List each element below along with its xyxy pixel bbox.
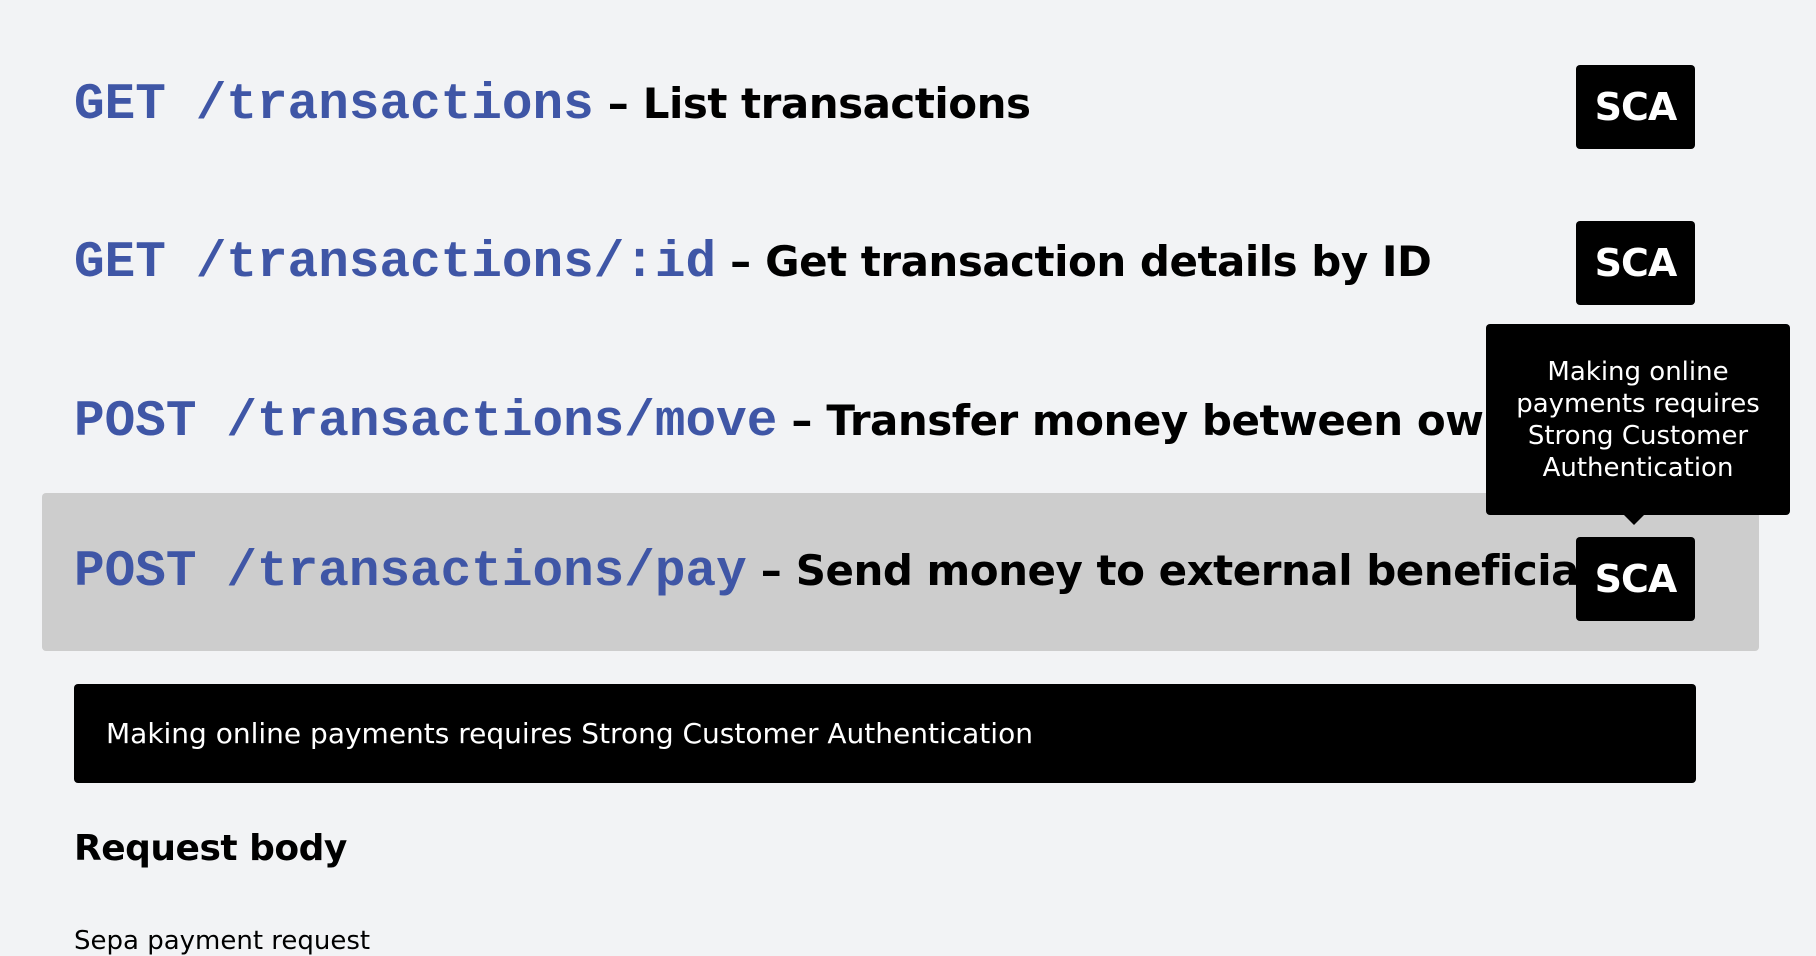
- sca-notice: Making online payments requires Strong C…: [74, 684, 1696, 783]
- http-method: GET: [74, 234, 166, 292]
- endpoint-row-move-transaction[interactable]: POST /transactions/move – Transfer money…: [42, 343, 1486, 501]
- endpoint-row-get-transaction[interactable]: GET /transactions/:id – Get transaction …: [42, 184, 1759, 342]
- endpoint-path: /transactions/pay: [226, 543, 747, 601]
- separator: –: [607, 78, 629, 128]
- http-method: POST: [74, 393, 197, 451]
- endpoint-line: POST /transactions/move – Transfer money…: [74, 394, 1486, 451]
- tooltip-arrow: [1623, 514, 1645, 525]
- endpoint-row-list-transactions[interactable]: GET /transactions – List transactions: [42, 26, 1759, 184]
- endpoint-summary: List transactions: [642, 78, 1031, 128]
- sca-badge[interactable]: SCA: [1576, 221, 1695, 305]
- separator: –: [730, 236, 752, 286]
- endpoint-summary: Get transaction details by ID: [765, 236, 1432, 286]
- sca-badge[interactable]: SCA: [1576, 65, 1695, 149]
- notice-text: Making online payments requires Strong C…: [106, 717, 1033, 750]
- separator: –: [791, 395, 813, 445]
- sca-badge[interactable]: SCA: [1576, 537, 1695, 621]
- endpoint-line: GET /transactions – List transactions: [74, 77, 1031, 134]
- endpoint-summary: Transfer money between own accounts: [826, 395, 1486, 445]
- endpoint-path: /transactions: [195, 76, 594, 134]
- sca-tooltip: Making online payments requires Strong C…: [1486, 324, 1790, 515]
- endpoint-line: GET /transactions/:id – Get transaction …: [74, 234, 1432, 292]
- request-body-subtext: Sepa payment request: [74, 926, 371, 956]
- http-method: POST: [74, 543, 197, 601]
- http-method: GET: [74, 76, 166, 134]
- separator: –: [760, 545, 782, 595]
- request-body-heading: Request body: [74, 828, 347, 869]
- endpoint-line: POST /transactions/pay – Send money to e…: [74, 544, 1666, 601]
- endpoint-path: /transactions/:id: [195, 234, 717, 292]
- endpoint-row-pay-transaction[interactable]: POST /transactions/pay – Send money to e…: [42, 493, 1759, 651]
- endpoint-summary: Send money to external beneficiaries: [795, 545, 1666, 595]
- endpoint-path: /transactions/move: [226, 393, 778, 451]
